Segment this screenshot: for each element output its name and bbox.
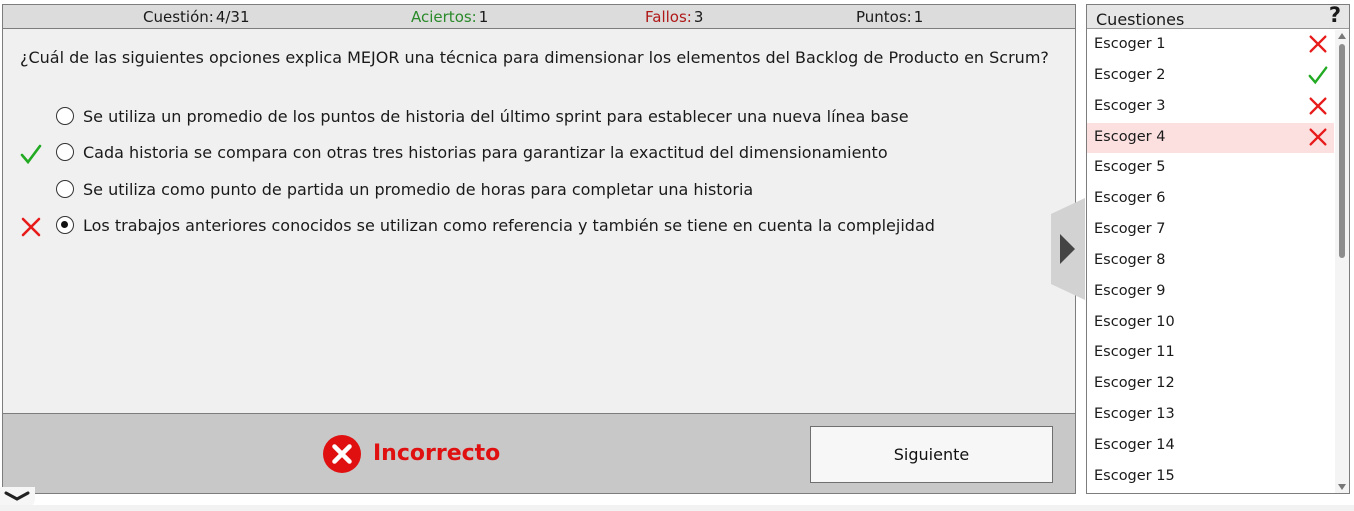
points-counter: Puntos: 1 bbox=[856, 8, 923, 26]
question-list-item[interactable]: Escoger 10 bbox=[1087, 308, 1334, 339]
status-mark bbox=[1307, 126, 1329, 148]
question-list-item[interactable]: Escoger 7 bbox=[1087, 215, 1334, 246]
answer-option[interactable]: Se utiliza un promedio de los puntos de … bbox=[3, 104, 1063, 130]
answer-option[interactable]: Cada historia se compara con otras tres … bbox=[3, 140, 1063, 166]
check-icon bbox=[1308, 66, 1328, 85]
errors-counter-label: Fallos: bbox=[645, 8, 692, 26]
errors-counter-value: 3 bbox=[693, 8, 704, 26]
stats-bar: Cuestión: 4/31 Aciertos: 1 Fallos: 3 Puntos… bbox=[3, 5, 1075, 29]
question-list-item-label: Escoger 4 bbox=[1094, 128, 1166, 145]
answer-radio[interactable] bbox=[56, 216, 74, 234]
status-mark bbox=[1307, 33, 1329, 55]
answer-radio[interactable] bbox=[56, 107, 74, 125]
cross-icon bbox=[1309, 35, 1327, 53]
error-circle-icon bbox=[323, 435, 361, 473]
bottom-strip bbox=[0, 505, 1354, 511]
cross-icon bbox=[21, 217, 41, 237]
answer-mark bbox=[19, 215, 43, 239]
check-icon bbox=[20, 144, 42, 165]
question-list-item[interactable]: Escoger 4 bbox=[1087, 122, 1334, 154]
question-counter: Cuestión: 4/31 bbox=[143, 8, 250, 26]
collapse-toggle[interactable] bbox=[0, 487, 35, 507]
answer-option[interactable]: Los trabajos anteriores conocidos se uti… bbox=[3, 213, 1063, 239]
answer-label[interactable]: Cada historia se compara con otras tres … bbox=[83, 143, 888, 162]
question-list-item[interactable]: Escoger 6 bbox=[1087, 184, 1334, 215]
question-list-item-label: Escoger 6 bbox=[1094, 190, 1166, 207]
question-list-panel: Cuestiones ? Escoger 1 Escoger 2 Escoger 3… bbox=[1086, 3, 1350, 494]
question-list-item-label: Escoger 13 bbox=[1094, 406, 1175, 423]
cross-icon bbox=[1309, 97, 1327, 115]
question-list-item-label: Escoger 10 bbox=[1094, 313, 1175, 330]
question-list-item[interactable]: Escoger 8 bbox=[1087, 246, 1334, 277]
points-counter-value: 1 bbox=[913, 8, 924, 26]
question-text: ¿Cuál de las siguientes opciones explica… bbox=[20, 48, 1049, 67]
question-list-item[interactable]: Escoger 3 bbox=[1087, 92, 1334, 123]
scroll-thumb[interactable] bbox=[1339, 44, 1345, 258]
answer-mark bbox=[19, 142, 43, 166]
next-button[interactable]: Siguiente bbox=[810, 426, 1053, 483]
question-list-item[interactable]: Escoger 2 bbox=[1087, 61, 1334, 92]
answer-radio[interactable] bbox=[56, 180, 74, 198]
question-list-item[interactable]: Escoger 9 bbox=[1087, 277, 1334, 308]
question-list-item[interactable]: Escoger 12 bbox=[1087, 369, 1334, 400]
errors-counter: Fallos: 3 bbox=[645, 8, 703, 26]
question-list-header: Cuestiones ? bbox=[1087, 3, 1349, 29]
question-list-item[interactable]: Escoger 1 bbox=[1087, 30, 1334, 61]
answer-label[interactable]: Los trabajos anteriores conocidos se uti… bbox=[83, 216, 935, 235]
question-list-item[interactable]: Escoger 15 bbox=[1087, 462, 1334, 493]
correct-counter-value: 1 bbox=[478, 8, 489, 26]
answer-radio[interactable] bbox=[56, 143, 74, 161]
question-list-item-label: Escoger 11 bbox=[1094, 344, 1175, 361]
help-icon[interactable]: ? bbox=[1329, 3, 1341, 27]
quiz-panel: Cuestión: 4/31 Aciertos: 1 Fallos: 3 Puntos… bbox=[2, 4, 1076, 494]
points-counter-label: Puntos: bbox=[856, 8, 912, 26]
question-list-title: Cuestiones bbox=[1096, 10, 1185, 29]
result-bar: Incorrecto Siguiente bbox=[3, 413, 1075, 493]
question-list-item-label: Escoger 3 bbox=[1094, 97, 1166, 114]
answer-label[interactable]: Se utiliza un promedio de los puntos de … bbox=[83, 107, 909, 126]
scroll-down-icon[interactable] bbox=[1338, 484, 1346, 490]
question-list-item-label: Escoger 7 bbox=[1094, 221, 1166, 238]
question-list-item-label: Escoger 12 bbox=[1094, 375, 1175, 392]
question-list-item[interactable]: Escoger 11 bbox=[1087, 338, 1334, 369]
question-list-item-label: Escoger 8 bbox=[1094, 251, 1166, 268]
correct-counter: Aciertos: 1 bbox=[411, 8, 488, 26]
question-list-item-label: Escoger 1 bbox=[1094, 36, 1166, 52]
correct-counter-label: Aciertos: bbox=[411, 8, 477, 26]
question-list-item-label: Escoger 5 bbox=[1094, 159, 1166, 176]
answer-option[interactable]: Se utiliza como punto de partida un prom… bbox=[3, 177, 1063, 203]
status-mark bbox=[1307, 95, 1329, 117]
question-list-item-label: Escoger 2 bbox=[1094, 66, 1166, 83]
status-mark bbox=[1307, 64, 1329, 86]
question-list-item-label: Escoger 15 bbox=[1094, 467, 1175, 484]
question-list: Escoger 1 Escoger 2 Escoger 3 Escoger 4 Esco… bbox=[1087, 30, 1334, 493]
question-list-item-label: Escoger 14 bbox=[1094, 436, 1175, 453]
question-counter-value: 4/31 bbox=[215, 8, 250, 26]
result-text: Incorrecto bbox=[373, 441, 501, 466]
question-list-item[interactable]: Escoger 5 bbox=[1087, 153, 1334, 184]
answer-mark bbox=[19, 179, 43, 203]
question-list-item[interactable]: Escoger 14 bbox=[1087, 431, 1334, 462]
scroll-up-icon[interactable] bbox=[1338, 33, 1346, 39]
chevron-down-icon bbox=[4, 491, 30, 501]
answer-label[interactable]: Se utiliza como punto de partida un prom… bbox=[83, 180, 753, 199]
question-counter-label: Cuestión: bbox=[143, 8, 214, 26]
question-list-item-label: Escoger 9 bbox=[1094, 282, 1166, 299]
question-list-item[interactable]: Escoger 13 bbox=[1087, 400, 1334, 431]
panel-toggle-arrow-icon[interactable] bbox=[1051, 198, 1085, 300]
list-scrollbar[interactable] bbox=[1335, 30, 1349, 493]
answer-mark bbox=[19, 106, 43, 130]
cross-icon bbox=[1309, 128, 1327, 146]
